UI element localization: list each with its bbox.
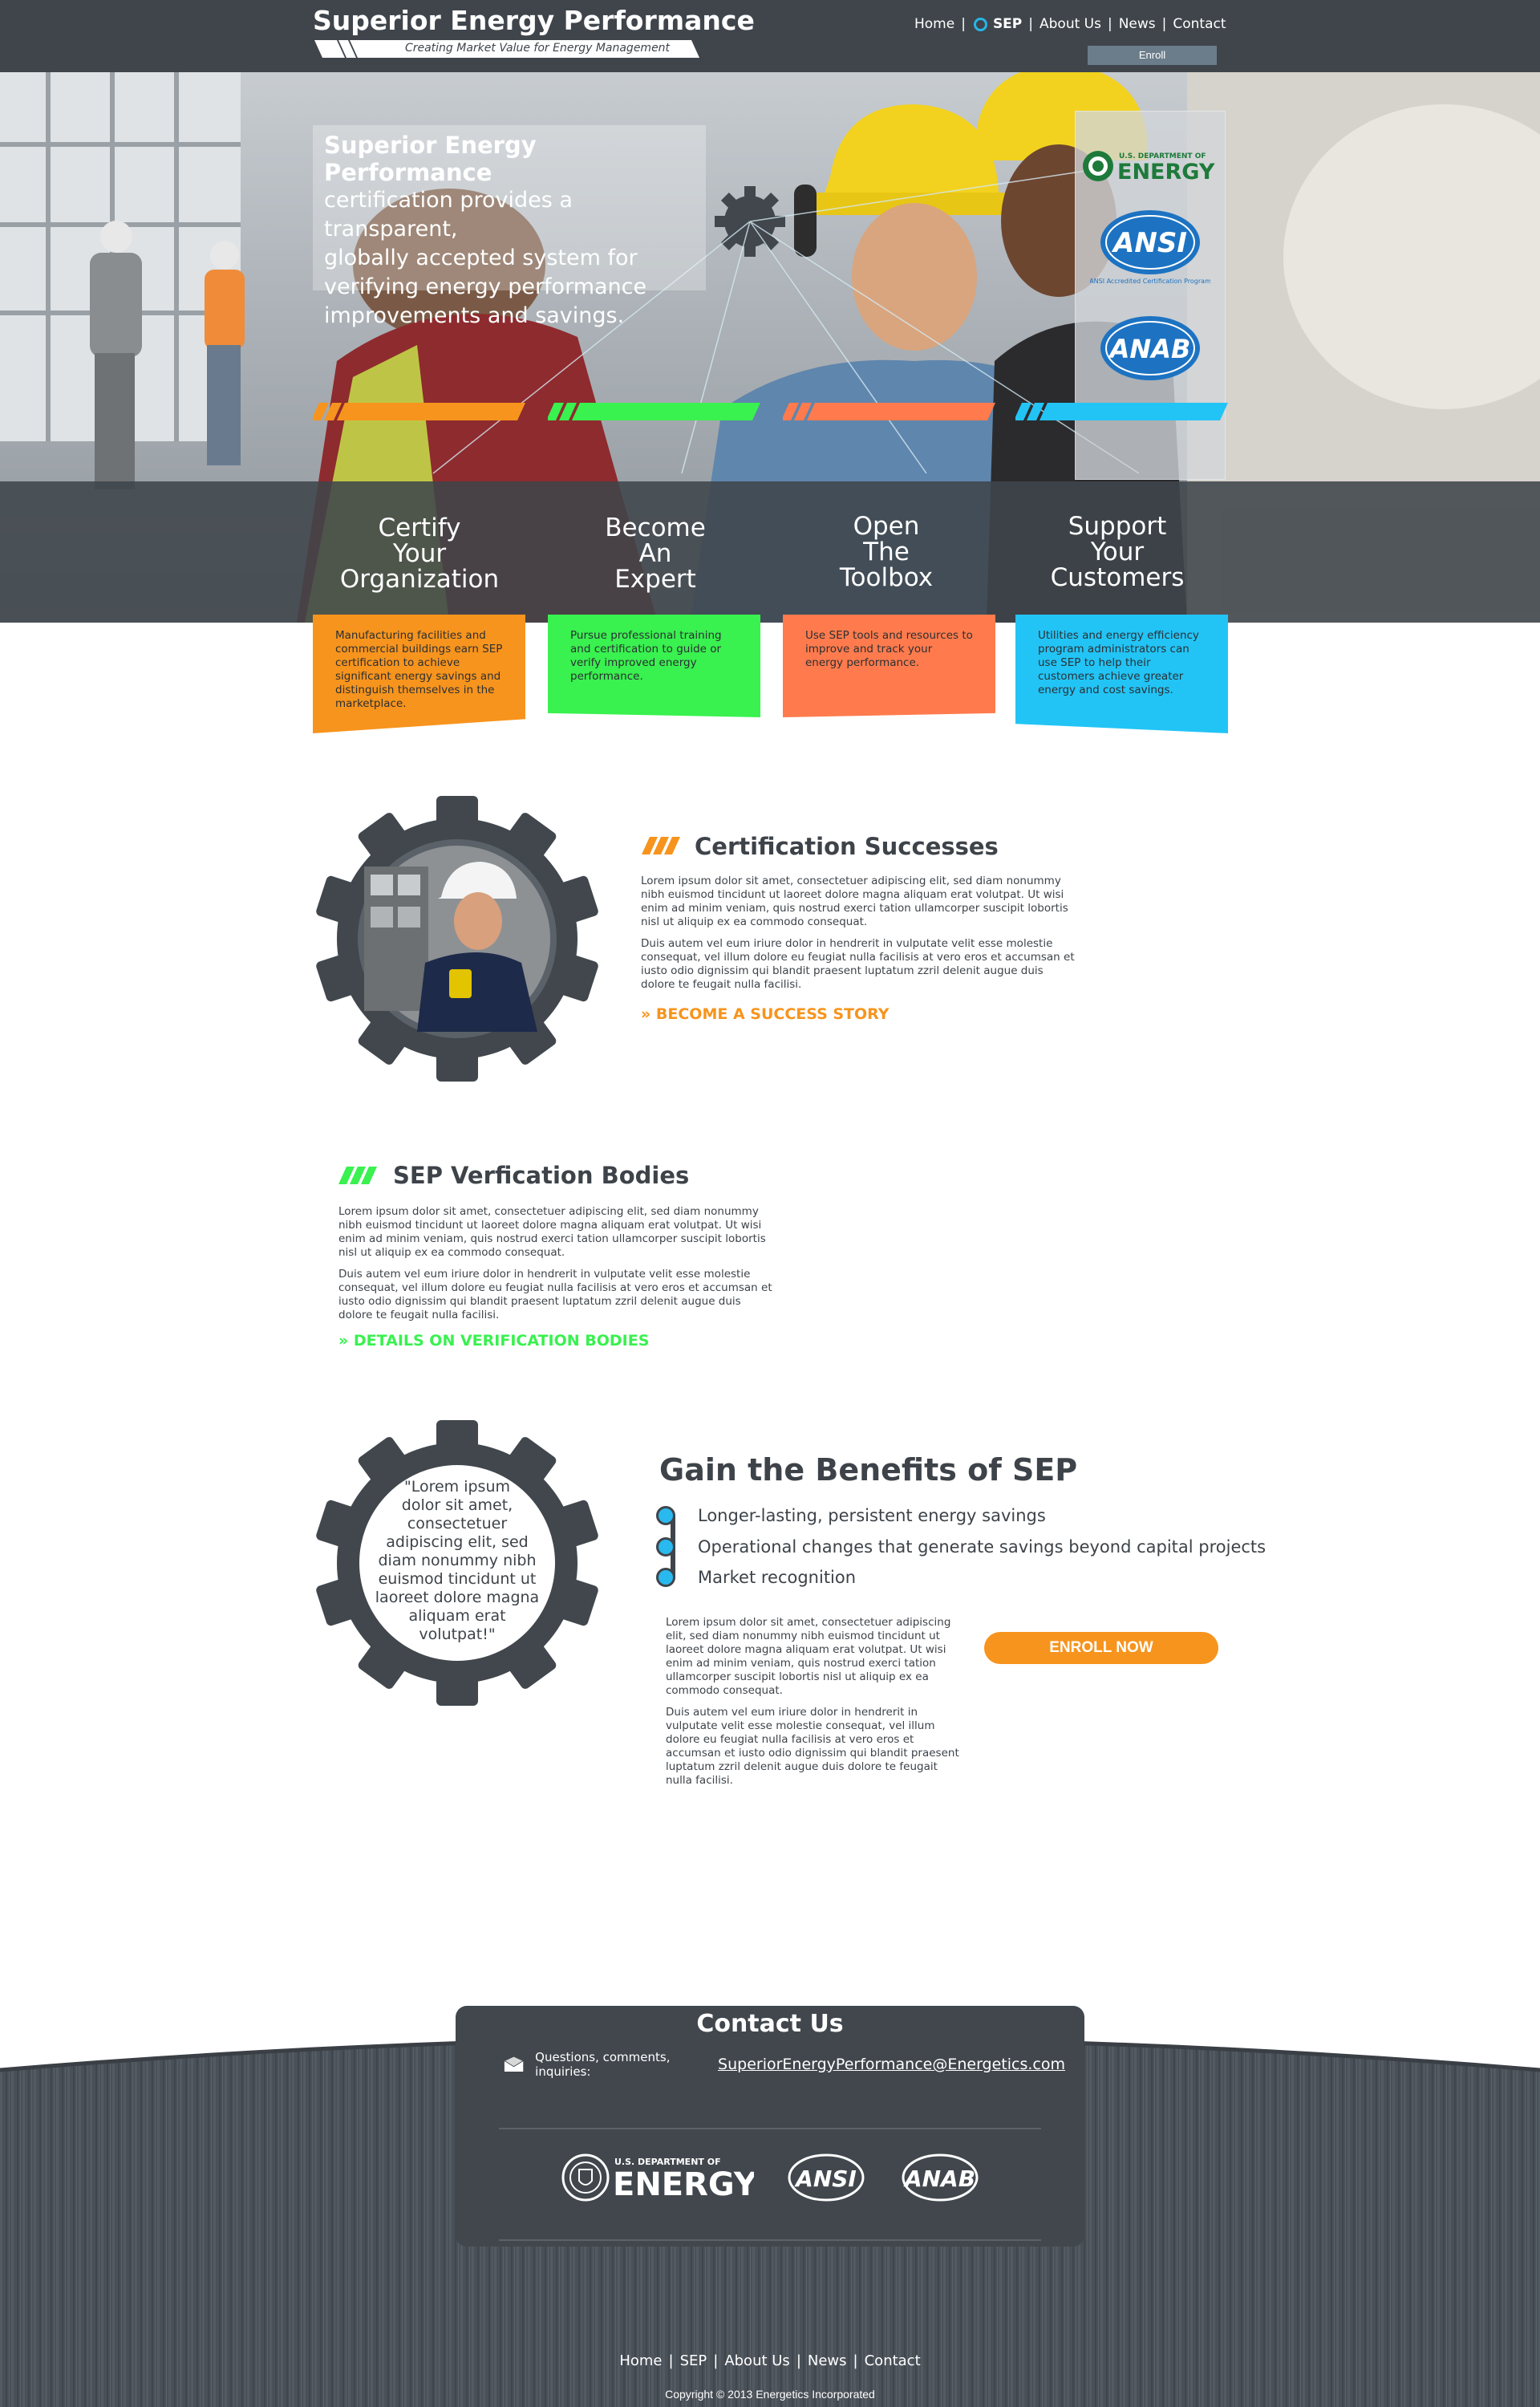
- footer-ansi-logo[interactable]: ANSI: [786, 2152, 871, 2208]
- gear-photo-frame: [316, 796, 598, 1082]
- tile-card-customers[interactable]: Utilities and energy efficiency program …: [1015, 615, 1228, 733]
- nav-contact[interactable]: Contact: [1173, 16, 1226, 32]
- bullet-dot-icon: [656, 1537, 675, 1557]
- ansi-logo-subtext: ANSI Accredited Certification Program: [1090, 278, 1210, 285]
- tile-text: Pursue professional training and certifi…: [570, 629, 722, 683]
- contact-email-link[interactable]: SuperiorEnergyPerformance@Energetics.com: [718, 2056, 1065, 2073]
- verification-body: Lorem ipsum dolor sit amet, consectetuer…: [338, 1205, 778, 1330]
- contact-card: [456, 2006, 1084, 2247]
- footer-nav-sep[interactable]: SEP: [680, 2352, 707, 2369]
- nav-separator: |: [1107, 16, 1112, 32]
- tile-title-customers[interactable]: Support Your Customers: [1012, 513, 1222, 591]
- tile-title-certify[interactable]: Certify Your Organization: [314, 515, 525, 592]
- footer-nav-news[interactable]: News: [808, 2352, 847, 2369]
- benefit-bullet: Market recognition: [656, 1565, 856, 1589]
- tile-title-expert[interactable]: Become An Expert: [550, 515, 760, 592]
- footer-anab-text: ANAB: [903, 2165, 975, 2192]
- certification-body: Lorem ipsum dolor sit amet, consectetuer…: [641, 875, 1078, 1000]
- anab-logo-text: ANAB: [1108, 334, 1191, 364]
- footer-nav-contact[interactable]: Contact: [865, 2352, 921, 2369]
- hero-caption-line: improvements and savings.: [324, 303, 625, 328]
- footer-divider: [499, 2239, 1041, 2241]
- nav-separator: |: [713, 2352, 719, 2369]
- contact-title: Contact Us: [696, 2010, 844, 2038]
- nav-news[interactable]: News: [1119, 16, 1156, 32]
- benefits-paragraph: Lorem ipsum dolor sit amet, consectetuer…: [666, 1616, 951, 1697]
- tile-text: Manufacturing facilities and commercial …: [335, 629, 503, 710]
- verification-paragraph: Duis autem vel eum iriure dolor in hendr…: [338, 1268, 772, 1321]
- enroll-button[interactable]: Enroll: [1088, 46, 1217, 65]
- contact-line: Questions, comments, inquiries: Superior…: [504, 2050, 1065, 2079]
- footer-nav: Home | SEP | About Us | News | Contact: [0, 2352, 1540, 2369]
- tile-stripe-coral: [783, 403, 995, 420]
- footer-nav-about-us[interactable]: About Us: [724, 2352, 790, 2369]
- nav-sep[interactable]: SEP: [993, 16, 1022, 32]
- active-ring-icon: [973, 17, 987, 31]
- bullet-dot-icon: [656, 1568, 675, 1587]
- site-logo-title[interactable]: Superior Energy Performance: [313, 5, 755, 36]
- enroll-now-button[interactable]: ENROLL NOW: [984, 1632, 1218, 1664]
- benefit-bullet: Longer-lasting, persistent energy saving…: [656, 1504, 1046, 1528]
- nav-separator: |: [1028, 16, 1033, 32]
- hero-banner: Superior Energy Performance certificatio…: [0, 72, 1540, 623]
- footer-ansi-text: ANSI: [794, 2165, 857, 2192]
- bullet-dot-icon: [656, 1506, 675, 1525]
- verification-paragraph: Lorem ipsum dolor sit amet, consectetuer…: [338, 1205, 766, 1259]
- hero-caption-title: Superior Energy Performance: [324, 132, 537, 186]
- nav-separator: |: [961, 16, 966, 32]
- footer-doe-big-text: ENERGY: [613, 2166, 754, 2203]
- partner-logos-panel: U.S. DEPARTMENT OF ENERGY ANSI ANSI Accr…: [1075, 111, 1226, 480]
- benefits-body: Lorem ipsum dolor sit amet, consectetuer…: [666, 1616, 961, 1796]
- tile-stripe-green: [548, 403, 760, 420]
- nav-separator: |: [853, 2352, 858, 2369]
- nav-about-us[interactable]: About Us: [1040, 16, 1101, 32]
- anab-logo[interactable]: ANAB: [1092, 312, 1209, 384]
- doe-logo[interactable]: U.S. DEPARTMENT OF ENERGY: [1080, 144, 1222, 189]
- footer-doe-logo[interactable]: U.S. DEPARTMENT OF ENERGY: [561, 2152, 754, 2203]
- verification-title: SEP Verfication Bodies: [393, 1162, 690, 1189]
- doe-logo-big-text: ENERGY: [1117, 160, 1215, 185]
- benefit-bullet: Operational changes that generate saving…: [656, 1535, 1266, 1559]
- site-header: Superior Energy Performance Creating Mar…: [0, 0, 1540, 72]
- section-stripes-icon: [338, 1167, 377, 1184]
- tile-card-certify[interactable]: Manufacturing facilities and commercial …: [313, 615, 525, 733]
- contact-prompt: Questions, comments, inquiries:: [535, 2050, 671, 2079]
- section-stripes-icon: [642, 837, 680, 854]
- certification-paragraph: Lorem ipsum dolor sit amet, consectetuer…: [641, 875, 1068, 928]
- hero-caption-line: globally accepted system for: [324, 246, 638, 270]
- tile-title-toolbox[interactable]: Open The Toolbox: [781, 513, 991, 591]
- hero-caption-line: certification provides a transparent,: [324, 188, 573, 242]
- tile-card-toolbox[interactable]: Use SEP tools and resources to improve a…: [783, 615, 995, 717]
- copyright-text: Copyright © 2013 Energetics Incorporated: [665, 2388, 875, 2401]
- nav-separator: |: [1161, 16, 1167, 32]
- footer-nav-home[interactable]: Home: [619, 2352, 662, 2369]
- tile-stripe-orange: [313, 403, 525, 420]
- hero-caption: Superior Energy Performance certificatio…: [313, 125, 706, 328]
- tile-card-expert[interactable]: Pursue professional training and certifi…: [548, 615, 760, 717]
- hero-tile-band: [0, 481, 1540, 623]
- hero-caption-line: verifying energy performance: [324, 274, 647, 299]
- benefits-paragraph: Duis autem vel eum iriure dolor in hendr…: [666, 1706, 959, 1787]
- nav-separator: |: [796, 2352, 801, 2369]
- tile-text: Utilities and energy efficiency program …: [1038, 629, 1199, 696]
- nav-separator: |: [668, 2352, 674, 2369]
- site-tagline: Creating Market Value for Energy Managem…: [404, 42, 671, 55]
- tile-text: Use SEP tools and resources to improve a…: [805, 629, 973, 669]
- tile-stripe-blue: [1015, 403, 1228, 420]
- verification-details-link[interactable]: » DETAILS ON VERIFICATION BODIES: [338, 1332, 649, 1350]
- certification-title: Certification Successes: [695, 833, 999, 860]
- ansi-logo-text: ANSI: [1111, 227, 1187, 259]
- nav-home[interactable]: Home: [914, 16, 954, 32]
- become-success-story-link[interactable]: » BECOME A SUCCESS STORY: [641, 1005, 890, 1023]
- benefit-quote: "Lorem ipsum dolor sit amet, consectetue…: [375, 1478, 540, 1643]
- certification-paragraph: Duis autem vel eum iriure dolor in hendr…: [641, 937, 1075, 991]
- envelope-icon: [504, 2056, 525, 2072]
- benefits-title: Gain the Benefits of SEP: [659, 1452, 1078, 1488]
- main-nav: Home | SEP | About Us | News | Contact: [914, 14, 1226, 34]
- ansi-logo[interactable]: ANSI ANSI Accredited Certification Progr…: [1090, 206, 1210, 286]
- footer-anab-logo[interactable]: ANAB: [900, 2152, 980, 2203]
